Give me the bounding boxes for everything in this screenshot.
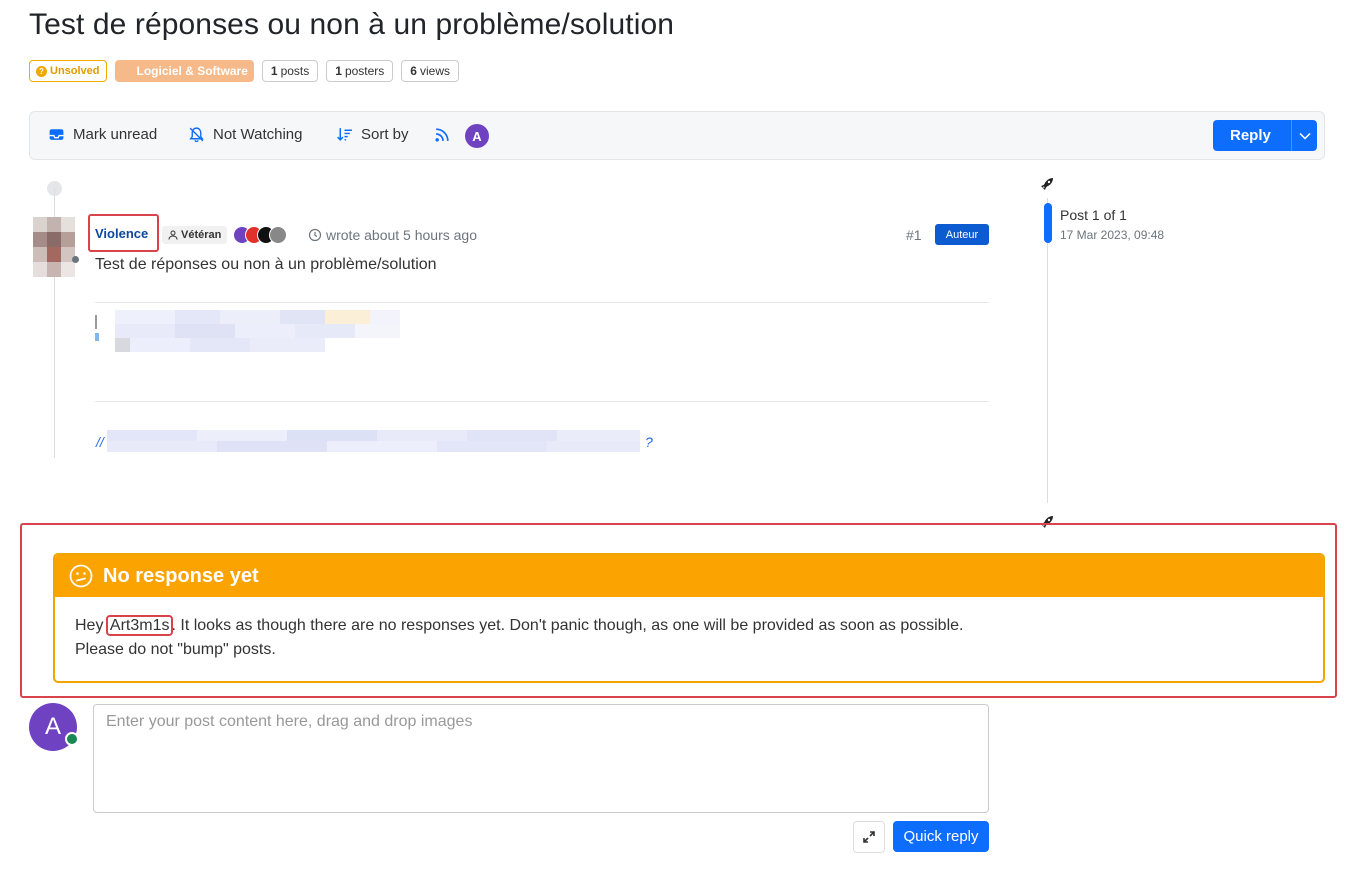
alert-line2: Please do not "bump" posts. bbox=[75, 641, 276, 658]
rss-button[interactable] bbox=[434, 126, 451, 143]
alert-body: Hey Art3m1s. It looks as though there ar… bbox=[55, 597, 1323, 679]
sort-by-button[interactable]: Sort by bbox=[336, 126, 409, 143]
rocket-icon[interactable] bbox=[1039, 176, 1055, 192]
bell-slash-icon bbox=[189, 127, 204, 143]
quick-reply-textarea[interactable]: Enter your post content here, drag and d… bbox=[93, 704, 989, 813]
posts-count: 1 bbox=[270, 64, 278, 78]
post-author-avatar[interactable] bbox=[33, 217, 75, 277]
composer-online-dot bbox=[65, 732, 79, 746]
clock-icon bbox=[308, 228, 322, 242]
mark-unread-label: Mark unread bbox=[73, 126, 158, 143]
rss-icon bbox=[435, 128, 449, 142]
alert-title: No response yet bbox=[103, 564, 259, 587]
post-navigator-date: 17 Mar 2023, 09:48 bbox=[1060, 228, 1165, 242]
alert-header: No response yet bbox=[55, 555, 1323, 597]
topic-title: Test de réponses ou non à un problème/so… bbox=[29, 8, 675, 41]
user-avatar[interactable]: A bbox=[465, 124, 489, 148]
topic-meta: ? Unsolved Logiciel & Software 1 posts 1p… bbox=[29, 60, 459, 82]
rank-badge: Vétéran bbox=[162, 226, 228, 244]
post-navigator-handle[interactable] bbox=[1044, 203, 1052, 243]
views-count: 6 bbox=[410, 64, 417, 78]
post-navigator-index: Post 1 of 1 bbox=[1060, 207, 1127, 223]
rank-label: Vétéran bbox=[181, 229, 222, 241]
sort-icon bbox=[337, 128, 352, 141]
post-username[interactable]: Violence bbox=[95, 226, 148, 241]
post-content: Test de réponses ou non à un problème/so… bbox=[95, 256, 437, 273]
reply-label: Reply bbox=[1230, 127, 1271, 144]
author-status-dot bbox=[72, 256, 79, 263]
quote-end: ? bbox=[645, 434, 653, 450]
wrote-label: wrote about 5 hours ago bbox=[326, 227, 477, 243]
alert-user: Art3m1s bbox=[105, 615, 174, 636]
posts-count-badge: 1 posts bbox=[261, 60, 319, 82]
expand-icon bbox=[863, 831, 875, 843]
user-icon bbox=[168, 230, 178, 240]
gem-badge-icon[interactable] bbox=[269, 226, 287, 244]
views-label: views bbox=[419, 64, 450, 78]
reply-button[interactable]: Reply bbox=[1213, 120, 1317, 151]
posters-label: posters bbox=[344, 64, 385, 78]
alert-message: . It looks as though there are no respon… bbox=[171, 617, 964, 634]
unsolved-badge[interactable]: ? Unsolved bbox=[29, 60, 107, 82]
chevron-down-icon[interactable] bbox=[1291, 120, 1317, 151]
views-count-badge: 6 views bbox=[401, 60, 459, 82]
topic-toolbar: Mark unread Not Watching Sort by A Reply bbox=[29, 111, 1325, 160]
posters-count: 1 bbox=[335, 64, 342, 78]
expand-composer-button[interactable] bbox=[853, 821, 885, 853]
quote-start: // bbox=[96, 434, 104, 450]
posts-label: posts bbox=[280, 64, 310, 78]
inbox-icon bbox=[49, 129, 64, 140]
mark-unread-button[interactable]: Mark unread bbox=[48, 126, 157, 143]
unsolved-label: Unsolved bbox=[50, 65, 100, 77]
post-index[interactable]: #1 bbox=[906, 227, 922, 243]
no-response-alert: No response yet Hey Art3m1s. It looks as… bbox=[53, 553, 1325, 683]
watching-button[interactable]: Not Watching bbox=[188, 126, 302, 143]
sort-by-label: Sort by bbox=[361, 126, 409, 143]
post-navigator-track[interactable] bbox=[1047, 198, 1048, 503]
divider bbox=[95, 401, 989, 402]
author-badge: Auteur bbox=[935, 224, 989, 245]
category-badge[interactable]: Logiciel & Software bbox=[114, 60, 254, 82]
posters-count-badge: 1 posters bbox=[326, 60, 394, 82]
divider bbox=[95, 302, 989, 303]
question-icon: ? bbox=[36, 65, 47, 77]
post-timestamp[interactable]: wrote about 5 hours ago bbox=[308, 227, 477, 243]
watching-label: Not Watching bbox=[213, 126, 303, 143]
user-badges bbox=[233, 226, 287, 244]
alert-greeting: Hey bbox=[75, 617, 104, 634]
quick-reply-button[interactable]: Quick reply bbox=[893, 821, 989, 852]
confused-face-icon bbox=[69, 564, 93, 588]
